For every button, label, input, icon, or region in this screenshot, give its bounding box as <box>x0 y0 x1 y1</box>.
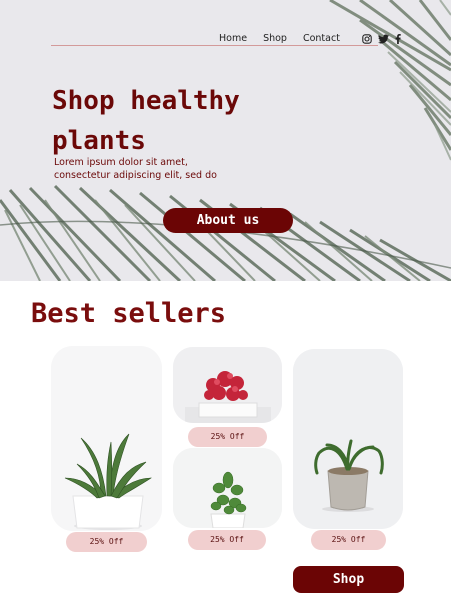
twitter-icon[interactable] <box>377 33 389 44</box>
spider-plant-image <box>293 349 403 529</box>
page: Home Shop Contact Shop healthy plants Lo… <box>0 0 451 606</box>
discount-badge: 25% Off <box>66 532 147 552</box>
product-card-jade[interactable] <box>173 448 282 528</box>
product-card-red-succulent[interactable] <box>173 347 282 423</box>
discount-badge: 25% Off <box>188 427 267 447</box>
social-links <box>362 33 407 44</box>
about-us-button[interactable]: About us <box>163 208 293 233</box>
instagram-icon[interactable] <box>362 33 372 44</box>
best-sellers-title: Best sellers <box>31 298 227 329</box>
discount-badge: 25% Off <box>188 530 266 550</box>
jade-plant-image <box>173 448 282 528</box>
discount-badge: 25% Off <box>311 530 386 550</box>
nav-divider <box>51 45 378 46</box>
facebook-icon[interactable] <box>395 33 401 44</box>
shop-button[interactable]: Shop <box>293 566 404 593</box>
hero-title: Shop healthy plants <box>52 86 240 156</box>
product-card-aloe[interactable] <box>51 346 162 531</box>
top-nav: Home Shop Contact <box>219 33 407 44</box>
nav-contact-link[interactable]: Contact <box>303 33 340 44</box>
nav-shop-link[interactable]: Shop <box>263 33 287 44</box>
red-succulent-image <box>173 347 282 423</box>
nav-home-link[interactable]: Home <box>219 33 247 44</box>
hero-subtitle: Lorem ipsum dolor sit amet, consectetur … <box>54 157 217 181</box>
product-card-spider-plant[interactable] <box>293 349 403 529</box>
aloe-plant-image <box>51 346 162 531</box>
hero-banner: Home Shop Contact Shop healthy plants Lo… <box>0 0 451 281</box>
